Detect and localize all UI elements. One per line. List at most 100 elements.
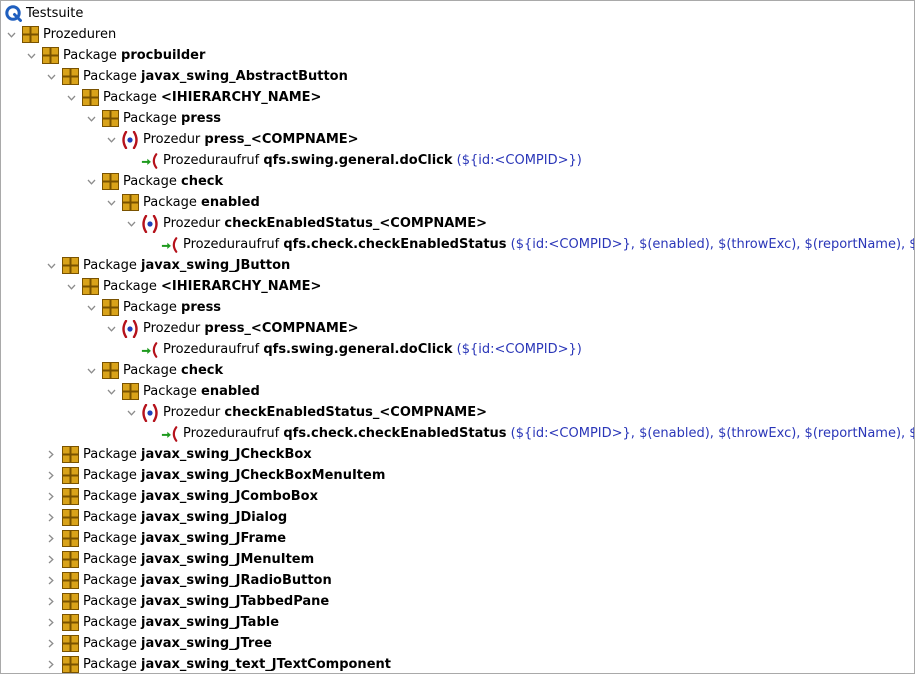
tree-node[interactable]: Package javax_swing_JMenuItem — [1, 549, 914, 570]
tree-node[interactable]: Package javax_swing_AbstractButton — [1, 66, 914, 87]
tree-node[interactable]: Package check — [1, 171, 914, 192]
tree-node[interactable]: Package javax_swing_JCheckBox — [1, 444, 914, 465]
collapse-toggle-icon[interactable] — [44, 549, 58, 570]
node-label: Package procbuilder — [63, 45, 205, 66]
toggle-spacer — [144, 234, 158, 255]
collapse-toggle-icon[interactable] — [44, 591, 58, 612]
toggle-spacer — [144, 423, 158, 444]
procedure-icon — [121, 130, 139, 149]
node-kind: Package — [83, 258, 142, 273]
node-kind: Package — [123, 111, 182, 126]
expand-toggle-icon[interactable] — [124, 402, 138, 423]
tree-node[interactable]: Package javax_swing_JComboBox — [1, 486, 914, 507]
tree-node[interactable]: Prozedur checkEnabledStatus_<COMPNAME> — [1, 402, 914, 423]
node-kind: Prozedur — [143, 132, 205, 147]
tree-node[interactable]: Package enabled — [1, 381, 914, 402]
node-label: Package javax_swing_JComboBox — [83, 486, 318, 507]
node-label: Package javax_swing_JDialog — [83, 507, 287, 528]
node-label: Package javax_swing_JFrame — [83, 528, 286, 549]
node-name: javax_swing_JFrame — [141, 531, 287, 546]
tree-node[interactable]: Package check — [1, 360, 914, 381]
expand-toggle-icon[interactable] — [4, 24, 18, 45]
node-kind: Package — [83, 447, 142, 462]
expand-toggle-icon[interactable] — [24, 45, 38, 66]
collapse-toggle-icon[interactable] — [44, 570, 58, 591]
tree-node[interactable]: Package javax_swing_JTabbedPane — [1, 591, 914, 612]
tree-node[interactable]: Package javax_swing_JRadioButton — [1, 570, 914, 591]
tree-node[interactable]: Package procbuilder — [1, 45, 914, 66]
tree-node[interactable]: Prozedur press_<COMPNAME> — [1, 129, 914, 150]
tree-node[interactable]: Package javax_swing_JDialog — [1, 507, 914, 528]
expand-toggle-icon[interactable] — [104, 192, 118, 213]
tree-node[interactable]: Package javax_swing_text_JTextComponent — [1, 654, 914, 673]
expand-toggle-icon[interactable] — [104, 318, 118, 339]
node-name: javax_swing_JTable — [141, 615, 280, 630]
node-kind: Testsuite — [26, 6, 84, 21]
node-kind: Package — [63, 48, 122, 63]
node-name: press — [181, 300, 222, 315]
node-name: javax_swing_JComboBox — [141, 489, 318, 504]
tree-node[interactable]: Package press — [1, 108, 914, 129]
package-icon — [101, 110, 119, 128]
tree-node[interactable]: Package enabled — [1, 192, 914, 213]
node-name: qfs.swing.general.doClick — [263, 153, 453, 168]
tree-node[interactable]: Prozedur checkEnabledStatus_<COMPNAME> — [1, 213, 914, 234]
package-icon — [61, 509, 79, 527]
node-label: Package javax_swing_JCheckBoxMenuItem — [83, 465, 385, 486]
collapse-toggle-icon[interactable] — [44, 612, 58, 633]
package-icon — [61, 488, 79, 506]
expand-toggle-icon[interactable] — [44, 255, 58, 276]
tree-node[interactable]: Package javax_swing_JCheckBoxMenuItem — [1, 465, 914, 486]
expand-toggle-icon[interactable] — [84, 108, 98, 129]
node-label: Package <IHIERARCHY_NAME> — [103, 87, 321, 108]
expand-toggle-icon[interactable] — [64, 276, 78, 297]
node-label: Prozedur checkEnabledStatus_<COMPNAME> — [163, 402, 487, 423]
node-label: Prozeduraufruf qfs.check.checkEnabledSta… — [183, 234, 914, 255]
node-kind: Package — [143, 195, 202, 210]
tree-node[interactable]: Package javax_swing_JTree — [1, 633, 914, 654]
tree-node[interactable]: Prozeduraufruf qfs.check.checkEnabledSta… — [1, 423, 914, 444]
expand-toggle-icon[interactable] — [84, 297, 98, 318]
node-kind: Package — [83, 510, 142, 525]
expand-toggle-icon[interactable] — [64, 87, 78, 108]
tree-node[interactable]: Package javax_swing_JTable — [1, 612, 914, 633]
expand-toggle-icon[interactable] — [104, 381, 118, 402]
collapse-toggle-icon[interactable] — [44, 507, 58, 528]
tree-node[interactable]: Prozeduraufruf qfs.swing.general.doClick… — [1, 150, 914, 171]
package-icon — [61, 551, 79, 569]
node-kind: Package — [83, 657, 142, 672]
tree-node[interactable]: Package press — [1, 297, 914, 318]
expand-toggle-icon[interactable] — [104, 129, 118, 150]
tree-node[interactable]: Testsuite — [1, 3, 914, 24]
expand-toggle-icon[interactable] — [44, 66, 58, 87]
node-name: javax_swing_AbstractButton — [141, 69, 348, 84]
tree-node[interactable]: Prozeduraufruf qfs.swing.general.doClick… — [1, 339, 914, 360]
node-kind: Prozedur — [143, 321, 205, 336]
tree-node[interactable]: Package <IHIERARCHY_NAME> — [1, 87, 914, 108]
node-label: Package check — [123, 360, 223, 381]
collapse-toggle-icon[interactable] — [44, 528, 58, 549]
node-label: Prozeduren — [43, 24, 116, 45]
tree-node[interactable]: Prozedur press_<COMPNAME> — [1, 318, 914, 339]
node-kind: Package — [123, 300, 182, 315]
collapse-toggle-icon[interactable] — [44, 486, 58, 507]
tree-node[interactable]: Package javax_swing_JButton — [1, 255, 914, 276]
tree-node[interactable]: Prozeduren — [1, 24, 914, 45]
collapse-toggle-icon[interactable] — [44, 654, 58, 673]
collapse-toggle-icon[interactable] — [44, 633, 58, 654]
tree-node[interactable]: Package javax_swing_JFrame — [1, 528, 914, 549]
node-kind: Package — [83, 573, 142, 588]
collapse-toggle-icon[interactable] — [44, 444, 58, 465]
node-name: press — [181, 111, 222, 126]
collapse-toggle-icon[interactable] — [44, 465, 58, 486]
node-label: Package press — [123, 297, 221, 318]
expand-toggle-icon[interactable] — [124, 213, 138, 234]
package-icon — [61, 68, 79, 86]
node-name: javax_swing_JButton — [141, 258, 291, 273]
node-name: javax_swing_JTree — [141, 636, 272, 651]
expand-toggle-icon[interactable] — [84, 171, 98, 192]
tree-node[interactable]: Prozeduraufruf qfs.check.checkEnabledSta… — [1, 234, 914, 255]
expand-toggle-icon[interactable] — [84, 360, 98, 381]
tree-node[interactable]: Package <IHIERARCHY_NAME> — [1, 276, 914, 297]
node-label: Package javax_swing_JMenuItem — [83, 549, 314, 570]
